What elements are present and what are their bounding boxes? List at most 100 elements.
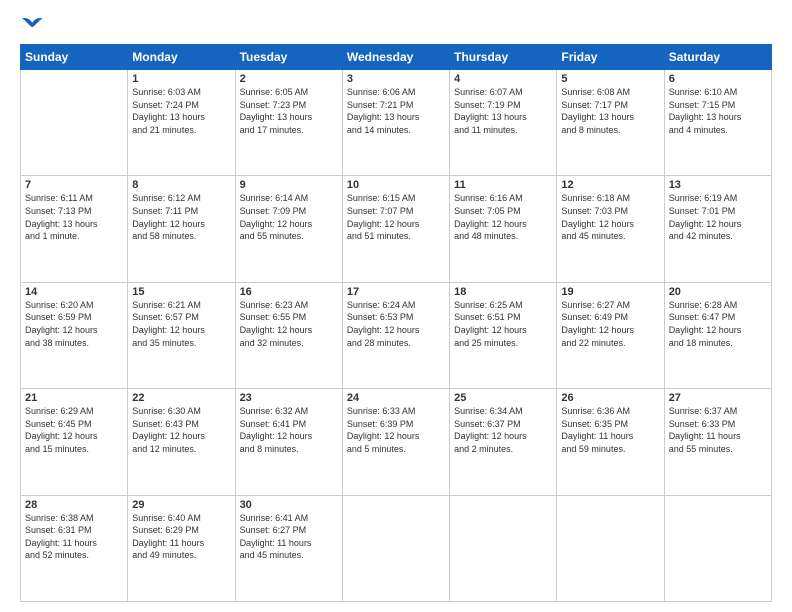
day-info: Sunrise: 6:20 AM Sunset: 6:59 PM Dayligh… — [25, 299, 123, 349]
day-number: 15 — [132, 286, 230, 298]
day-number: 24 — [347, 392, 445, 404]
day-info: Sunrise: 6:12 AM Sunset: 7:11 PM Dayligh… — [132, 192, 230, 242]
col-friday: Friday — [557, 45, 664, 70]
table-row: 11Sunrise: 6:16 AM Sunset: 7:05 PM Dayli… — [450, 176, 557, 282]
day-info: Sunrise: 6:16 AM Sunset: 7:05 PM Dayligh… — [454, 192, 552, 242]
col-wednesday: Wednesday — [342, 45, 449, 70]
table-row: 30Sunrise: 6:41 AM Sunset: 6:27 PM Dayli… — [235, 495, 342, 601]
day-info: Sunrise: 6:19 AM Sunset: 7:01 PM Dayligh… — [669, 192, 767, 242]
day-number: 14 — [25, 286, 123, 298]
day-info: Sunrise: 6:24 AM Sunset: 6:53 PM Dayligh… — [347, 299, 445, 349]
table-row: 14Sunrise: 6:20 AM Sunset: 6:59 PM Dayli… — [21, 282, 128, 388]
calendar-week-row: 21Sunrise: 6:29 AM Sunset: 6:45 PM Dayli… — [21, 389, 772, 495]
day-number: 11 — [454, 179, 552, 191]
calendar-week-row: 1Sunrise: 6:03 AM Sunset: 7:24 PM Daylig… — [21, 70, 772, 176]
day-number: 27 — [669, 392, 767, 404]
table-row — [21, 70, 128, 176]
logo — [20, 16, 44, 34]
table-row: 13Sunrise: 6:19 AM Sunset: 7:01 PM Dayli… — [664, 176, 771, 282]
day-number: 18 — [454, 286, 552, 298]
calendar-table: Sunday Monday Tuesday Wednesday Thursday… — [20, 44, 772, 602]
table-row — [557, 495, 664, 601]
table-row: 23Sunrise: 6:32 AM Sunset: 6:41 PM Dayli… — [235, 389, 342, 495]
day-info: Sunrise: 6:41 AM Sunset: 6:27 PM Dayligh… — [240, 512, 338, 562]
table-row — [664, 495, 771, 601]
day-info: Sunrise: 6:34 AM Sunset: 6:37 PM Dayligh… — [454, 405, 552, 455]
day-info: Sunrise: 6:29 AM Sunset: 6:45 PM Dayligh… — [25, 405, 123, 455]
day-info: Sunrise: 6:23 AM Sunset: 6:55 PM Dayligh… — [240, 299, 338, 349]
day-number: 6 — [669, 73, 767, 85]
col-sunday: Sunday — [21, 45, 128, 70]
day-info: Sunrise: 6:38 AM Sunset: 6:31 PM Dayligh… — [25, 512, 123, 562]
day-info: Sunrise: 6:33 AM Sunset: 6:39 PM Dayligh… — [347, 405, 445, 455]
day-info: Sunrise: 6:37 AM Sunset: 6:33 PM Dayligh… — [669, 405, 767, 455]
day-info: Sunrise: 6:10 AM Sunset: 7:15 PM Dayligh… — [669, 86, 767, 136]
table-row: 19Sunrise: 6:27 AM Sunset: 6:49 PM Dayli… — [557, 282, 664, 388]
calendar-week-row: 14Sunrise: 6:20 AM Sunset: 6:59 PM Dayli… — [21, 282, 772, 388]
table-row: 24Sunrise: 6:33 AM Sunset: 6:39 PM Dayli… — [342, 389, 449, 495]
col-thursday: Thursday — [450, 45, 557, 70]
table-row — [450, 495, 557, 601]
calendar-week-row: 28Sunrise: 6:38 AM Sunset: 6:31 PM Dayli… — [21, 495, 772, 601]
table-row: 29Sunrise: 6:40 AM Sunset: 6:29 PM Dayli… — [128, 495, 235, 601]
day-number: 13 — [669, 179, 767, 191]
page: Sunday Monday Tuesday Wednesday Thursday… — [0, 0, 792, 612]
day-number: 28 — [25, 499, 123, 511]
day-number: 10 — [347, 179, 445, 191]
day-number: 9 — [240, 179, 338, 191]
day-info: Sunrise: 6:36 AM Sunset: 6:35 PM Dayligh… — [561, 405, 659, 455]
header — [20, 16, 772, 34]
day-info: Sunrise: 6:18 AM Sunset: 7:03 PM Dayligh… — [561, 192, 659, 242]
day-info: Sunrise: 6:40 AM Sunset: 6:29 PM Dayligh… — [132, 512, 230, 562]
day-info: Sunrise: 6:30 AM Sunset: 6:43 PM Dayligh… — [132, 405, 230, 455]
day-number: 21 — [25, 392, 123, 404]
table-row: 28Sunrise: 6:38 AM Sunset: 6:31 PM Dayli… — [21, 495, 128, 601]
day-info: Sunrise: 6:03 AM Sunset: 7:24 PM Dayligh… — [132, 86, 230, 136]
col-tuesday: Tuesday — [235, 45, 342, 70]
table-row: 20Sunrise: 6:28 AM Sunset: 6:47 PM Dayli… — [664, 282, 771, 388]
calendar-week-row: 7Sunrise: 6:11 AM Sunset: 7:13 PM Daylig… — [21, 176, 772, 282]
table-row: 3Sunrise: 6:06 AM Sunset: 7:21 PM Daylig… — [342, 70, 449, 176]
day-number: 7 — [25, 179, 123, 191]
day-info: Sunrise: 6:15 AM Sunset: 7:07 PM Dayligh… — [347, 192, 445, 242]
day-info: Sunrise: 6:14 AM Sunset: 7:09 PM Dayligh… — [240, 192, 338, 242]
table-row: 15Sunrise: 6:21 AM Sunset: 6:57 PM Dayli… — [128, 282, 235, 388]
table-row: 26Sunrise: 6:36 AM Sunset: 6:35 PM Dayli… — [557, 389, 664, 495]
day-info: Sunrise: 6:06 AM Sunset: 7:21 PM Dayligh… — [347, 86, 445, 136]
day-number: 8 — [132, 179, 230, 191]
day-number: 29 — [132, 499, 230, 511]
col-monday: Monday — [128, 45, 235, 70]
day-number: 30 — [240, 499, 338, 511]
day-info: Sunrise: 6:25 AM Sunset: 6:51 PM Dayligh… — [454, 299, 552, 349]
day-number: 19 — [561, 286, 659, 298]
table-row: 18Sunrise: 6:25 AM Sunset: 6:51 PM Dayli… — [450, 282, 557, 388]
day-info: Sunrise: 6:27 AM Sunset: 6:49 PM Dayligh… — [561, 299, 659, 349]
day-number: 4 — [454, 73, 552, 85]
table-row: 16Sunrise: 6:23 AM Sunset: 6:55 PM Dayli… — [235, 282, 342, 388]
day-number: 2 — [240, 73, 338, 85]
table-row: 10Sunrise: 6:15 AM Sunset: 7:07 PM Dayli… — [342, 176, 449, 282]
table-row: 9Sunrise: 6:14 AM Sunset: 7:09 PM Daylig… — [235, 176, 342, 282]
table-row: 12Sunrise: 6:18 AM Sunset: 7:03 PM Dayli… — [557, 176, 664, 282]
day-info: Sunrise: 6:07 AM Sunset: 7:19 PM Dayligh… — [454, 86, 552, 136]
calendar-header-row: Sunday Monday Tuesday Wednesday Thursday… — [21, 45, 772, 70]
day-info: Sunrise: 6:32 AM Sunset: 6:41 PM Dayligh… — [240, 405, 338, 455]
day-info: Sunrise: 6:21 AM Sunset: 6:57 PM Dayligh… — [132, 299, 230, 349]
table-row: 8Sunrise: 6:12 AM Sunset: 7:11 PM Daylig… — [128, 176, 235, 282]
day-number: 26 — [561, 392, 659, 404]
table-row: 27Sunrise: 6:37 AM Sunset: 6:33 PM Dayli… — [664, 389, 771, 495]
table-row: 5Sunrise: 6:08 AM Sunset: 7:17 PM Daylig… — [557, 70, 664, 176]
table-row: 25Sunrise: 6:34 AM Sunset: 6:37 PM Dayli… — [450, 389, 557, 495]
day-number: 17 — [347, 286, 445, 298]
logo-text — [20, 16, 44, 34]
logo-bird-icon — [22, 16, 44, 34]
table-row: 21Sunrise: 6:29 AM Sunset: 6:45 PM Dayli… — [21, 389, 128, 495]
day-info: Sunrise: 6:11 AM Sunset: 7:13 PM Dayligh… — [25, 192, 123, 242]
day-number: 20 — [669, 286, 767, 298]
day-info: Sunrise: 6:05 AM Sunset: 7:23 PM Dayligh… — [240, 86, 338, 136]
table-row: 6Sunrise: 6:10 AM Sunset: 7:15 PM Daylig… — [664, 70, 771, 176]
table-row — [342, 495, 449, 601]
day-number: 23 — [240, 392, 338, 404]
table-row: 17Sunrise: 6:24 AM Sunset: 6:53 PM Dayli… — [342, 282, 449, 388]
day-number: 25 — [454, 392, 552, 404]
